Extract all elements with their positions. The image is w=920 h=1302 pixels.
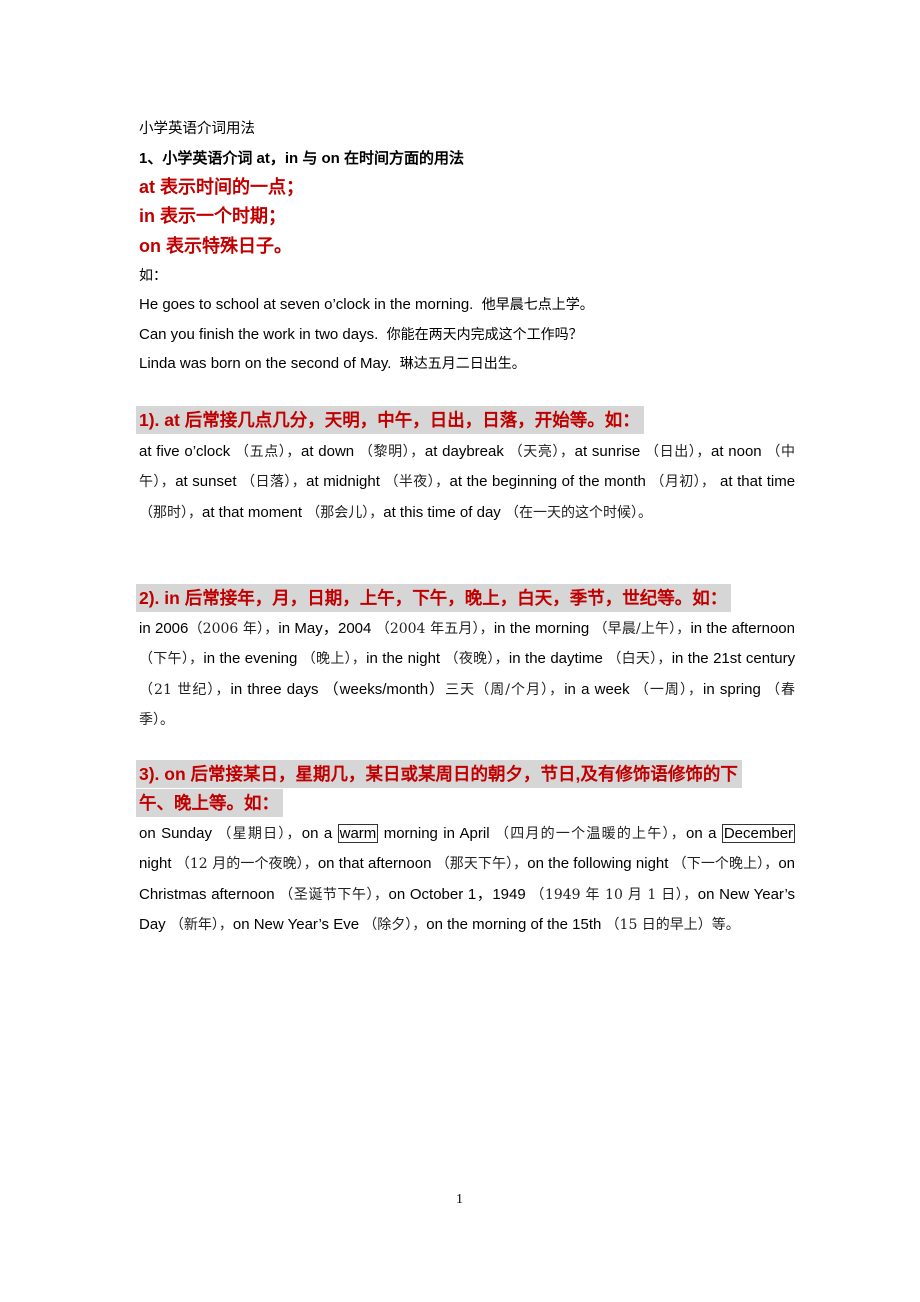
on-example-cn: （下一个晚上），	[672, 856, 779, 873]
on-example-en: on October 1，1949	[388, 885, 526, 903]
at-example-en: at this time of day	[383, 503, 501, 521]
in-example-en: in the evening	[203, 650, 298, 668]
at-example-en: at that time	[720, 473, 796, 491]
in-example-cn: （2004 年五月），	[375, 621, 494, 637]
on-example-cn: （12 月的一个夜晚），	[175, 856, 318, 873]
in-example-cn: （早晨/上午），	[593, 621, 691, 637]
on-example-en: on Sunday	[139, 825, 212, 842]
in-example-en: in three days （weeks/month）	[230, 680, 446, 698]
heading-on: 3). on 后常接某日，星期几，某日或某周日的朝夕，节日,及有修饰语修饰的下	[136, 760, 742, 788]
heading-at: 1). at 后常接几点几分，天明，中午，日出，日落，开始等。如：	[136, 406, 644, 434]
at-example-cn: （日出），	[645, 444, 711, 460]
in-example-en: in a week	[564, 680, 630, 698]
in-example-cn: （2006 年），	[188, 621, 279, 637]
example-cn: 你能在两天内完成这个工作吗？	[386, 327, 583, 343]
at-example-en: at down	[300, 443, 355, 460]
section-heading: 1、小学英语介词 at，in 与 on 在时间方面的用法	[139, 150, 465, 167]
boxed-word: December	[721, 824, 796, 843]
example-sentence: He goes to school at seven o’clock in th…	[139, 295, 594, 315]
in-example-en: in May，2004	[278, 620, 372, 637]
in-example-cn: （白天），	[607, 651, 672, 668]
heading-on-continued: 午、晚上等。如：	[136, 789, 283, 817]
at-example-en: at sunrise	[574, 443, 641, 460]
on-example-en: on the morning of the 15th	[426, 916, 602, 934]
in-example-en: in the 21st century	[671, 650, 796, 668]
at-examples-paragraph: at five o’clock （五点），at down （黎明），at day…	[139, 437, 795, 528]
on-example-cn: （1949 年 10 月 1 日），	[530, 886, 698, 903]
on-example-cn: （除夕），	[363, 917, 427, 934]
on-example-en: on that afternoon	[317, 855, 432, 873]
at-example-en: at daybreak	[424, 443, 504, 460]
on-example-cn: （圣诞节下午），	[279, 886, 389, 903]
doc-title: 小学英语介词用法	[139, 121, 255, 137]
at-example-cn: （半夜），	[384, 474, 450, 491]
example-sentence: Linda was born on the second of May. 琳达五…	[139, 354, 526, 374]
in-example-en: in spring	[703, 680, 761, 698]
at-example-cn: （五点），	[235, 444, 301, 460]
on-example-cn: （那天下午），	[435, 856, 528, 873]
example-cn: 他早晨七点上学。	[481, 297, 594, 313]
example-label: 如：	[139, 268, 167, 284]
at-example-en: at sunset	[175, 473, 237, 491]
boxed-word: warm	[337, 824, 379, 843]
on-example-cn: （新年），	[169, 917, 233, 934]
on-example-en: on a	[301, 825, 333, 842]
at-example-cn: （天亮），	[508, 444, 575, 460]
in-example-en: in the night	[366, 650, 441, 668]
on-examples-paragraph: on Sunday （星期日），on a warm morning in Apr…	[139, 819, 796, 941]
on-example-cn: （四月的一个温暖的上午），	[494, 826, 686, 842]
at-example-cn: （日落），	[241, 474, 307, 491]
in-example-cn: （21 世纪），	[139, 681, 231, 698]
in-example-en: in the afternoon	[690, 620, 795, 637]
on-example-en: on New Year’s Eve	[232, 916, 360, 934]
in-example-cn: （一周），	[634, 681, 704, 698]
rule-in: in 表示一个时期；	[139, 206, 286, 226]
page-number: 1	[456, 1192, 463, 1207]
at-example-cn: （月初），	[650, 474, 716, 491]
rule-at: at 表示时间的一点；	[139, 177, 305, 197]
in-examples-paragraph: in 2006（2006 年），in May，2004 （2004 年五月），i…	[139, 614, 795, 736]
on-example-en: night	[139, 855, 172, 873]
in-example-cn: 三天（周/个月），	[445, 681, 565, 698]
at-example-cn: （那时），	[139, 504, 202, 521]
rule-on: on 表示特殊日子。	[139, 236, 292, 256]
in-example-en: in the morning	[493, 620, 590, 637]
on-example-en: on a	[686, 825, 717, 842]
at-example-en: at five o’clock	[139, 443, 231, 460]
document-page: 小学英语介词用法 1、小学英语介词 at，in 与 on 在时间方面的用法 at…	[0, 0, 920, 1302]
in-example-cn: （晚上），	[301, 651, 367, 668]
at-example-en: at the beginning of the month	[449, 473, 646, 491]
at-example-cn: （在一天的这个时候）。	[504, 504, 652, 521]
on-example-en: morning in April	[383, 825, 490, 842]
in-example-en: in 2006	[139, 620, 189, 637]
at-example-en: at midnight	[306, 473, 380, 491]
at-example-en: at noon	[711, 443, 762, 460]
in-example-cn: （下午），	[139, 651, 204, 668]
in-example-cn: （夜晚），	[444, 651, 509, 668]
at-example-cn: （那会儿），	[306, 504, 384, 521]
example-en: He goes to school at seven o’clock in th…	[139, 296, 474, 313]
on-example-en: on the following night	[527, 855, 669, 873]
on-example-cn: （15 日的早上）等。	[605, 917, 740, 934]
heading-in: 2). in 后常接年，月，日期，上午，下午，晚上，白天，季节，世纪等。如：	[136, 584, 732, 612]
in-example-en: in the daytime	[508, 650, 603, 668]
example-en: Can you finish the work in two days.	[139, 326, 379, 343]
example-en: Linda was born on the second of May.	[139, 355, 392, 372]
at-example-cn: （黎明），	[358, 444, 425, 460]
example-sentence: Can you finish the work in two days. 你能在…	[139, 325, 583, 345]
example-cn: 琳达五月二日出生。	[399, 356, 526, 372]
at-example-en: at that moment	[202, 503, 303, 521]
on-example-cn: （星期日），	[217, 826, 302, 842]
